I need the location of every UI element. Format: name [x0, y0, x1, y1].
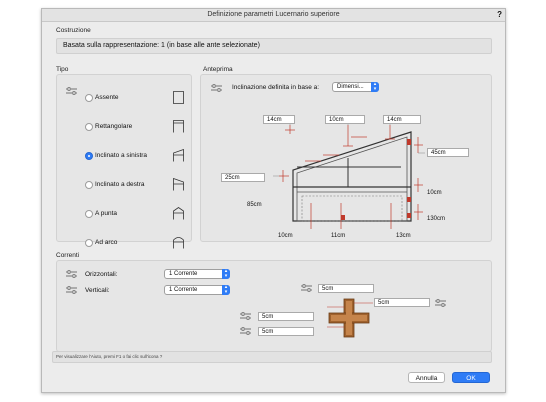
tipo-option-label: Assente — [95, 94, 119, 101]
toggle-icon[interactable] — [240, 312, 251, 320]
toggle-icon[interactable] — [240, 327, 251, 335]
frame-inner — [296, 136, 408, 222]
title-bar: Definizione parametri Lucernario superio… — [42, 9, 505, 22]
hint-bar: Per visualizzare l'Aiuto, premi F1 o fai… — [52, 351, 492, 363]
anteprima-heading: Anteprima — [203, 66, 233, 73]
sash-outline — [301, 195, 403, 222]
tipo-point-icon — [173, 207, 184, 220]
horizontal-value: 1 Corrente — [169, 271, 198, 277]
leader-lines — [273, 122, 425, 177]
mullion-cross-section — [327, 298, 373, 338]
dialog-window: Definizione parametri Lucernario superio… — [41, 8, 506, 393]
toggle-icon[interactable] — [66, 87, 77, 95]
tipo-radio-5[interactable] — [85, 239, 93, 247]
dim-height-label: 85cm — [247, 202, 262, 208]
tipo-option-label: A punta — [95, 210, 118, 217]
correnti-box: Orizzontali: 1 Corrente ▴ ▾ Verticali: 1 … — [56, 260, 492, 352]
vertical-label: Verticali: — [85, 287, 110, 294]
dim-right-total-label: 130cm — [427, 216, 446, 222]
dim-bottom-right-label: 13cm — [396, 233, 411, 239]
anteprima-box: Inclinazione definita in base a: Dimensi… — [200, 74, 492, 242]
vertical-select[interactable]: 1 Corrente ▴ ▾ — [164, 285, 230, 295]
base-text: Basata sulla rappresentazione: 1 (in bas… — [63, 42, 260, 49]
tipo-option-label: Inclinato a sinistra — [95, 152, 148, 159]
tipo-option-label: Inclinato a destra — [95, 181, 145, 188]
corner-marker — [341, 215, 345, 220]
tipo-radio-3[interactable] — [85, 181, 93, 189]
horizontal-select[interactable]: 1 Corrente ▴ ▾ — [164, 269, 230, 279]
dim-top-mid-field[interactable]: 10cm — [325, 115, 365, 124]
ok-button[interactable]: OK — [452, 372, 490, 383]
dim-bottom-mid-label: 11cm — [331, 233, 346, 239]
horizontal-label: Orizzontali: — [85, 271, 118, 278]
chevron-updown-icon: ▴ ▾ — [222, 269, 230, 279]
tipo-box: Assente Rettangolare Inclinato a sinistra I… — [56, 74, 192, 249]
tipo-none-icon — [173, 91, 184, 104]
tipo-option-label: Ad arco — [95, 239, 118, 246]
cross-right-field[interactable]: 5cm — [374, 298, 430, 307]
tipo-arc-icon — [173, 237, 184, 249]
cross-left-top-field[interactable]: 5cm — [258, 312, 314, 321]
cross-left-bottom-field[interactable]: 5cm — [258, 327, 314, 336]
toggle-icon[interactable] — [435, 299, 446, 307]
dim-top-right-field[interactable]: 14cm — [383, 115, 421, 124]
costruzione-heading: Costruzione — [56, 27, 91, 34]
tipo-radio-0[interactable] — [85, 94, 93, 102]
cancel-button[interactable]: Annulla — [408, 372, 445, 383]
tipo-heading: Tipo — [56, 66, 69, 73]
corner-marker — [407, 197, 411, 202]
dimension-lines — [279, 125, 423, 229]
chevron-updown-icon: ▴ ▾ — [222, 285, 230, 295]
corner-marker — [407, 139, 411, 145]
toggle-icon[interactable] — [66, 286, 77, 294]
tipo-radio-4[interactable] — [85, 210, 93, 218]
tipo-left-icon — [173, 149, 184, 162]
dialog-title: Definizione parametri Lucernario superio… — [207, 11, 340, 18]
vertical-value: 1 Corrente — [169, 287, 198, 293]
preview-drawing — [273, 122, 425, 229]
corner-marker — [407, 213, 411, 218]
hint-text: Per visualizzare l'Aiuto, premi F1 o fai… — [56, 354, 163, 359]
toggle-icon[interactable] — [66, 270, 77, 278]
tipo-option-label: Rettangolare — [95, 123, 133, 130]
costruzione-box: Basata sulla rappresentazione: 1 (in bas… — [56, 38, 492, 54]
dim-left-field[interactable]: 25cm — [221, 173, 265, 182]
tipo-rect-icon — [173, 120, 184, 133]
help-button[interactable]: ? — [497, 10, 502, 19]
dim-top-left-field[interactable]: 14cm — [263, 115, 295, 124]
tipo-radio-1[interactable] — [85, 123, 93, 131]
dim-bottom-left-label: 10cm — [278, 233, 293, 239]
dim-right-field[interactable]: 45cm — [427, 148, 469, 157]
cross-top-field[interactable]: 5cm — [318, 284, 374, 293]
correnti-heading: Correnti — [56, 252, 80, 259]
dim-right-low-label: 10cm — [427, 190, 442, 196]
tipo-right-icon — [173, 178, 184, 191]
toggle-icon[interactable] — [301, 284, 312, 292]
tipo-radio-2[interactable] — [85, 152, 93, 160]
